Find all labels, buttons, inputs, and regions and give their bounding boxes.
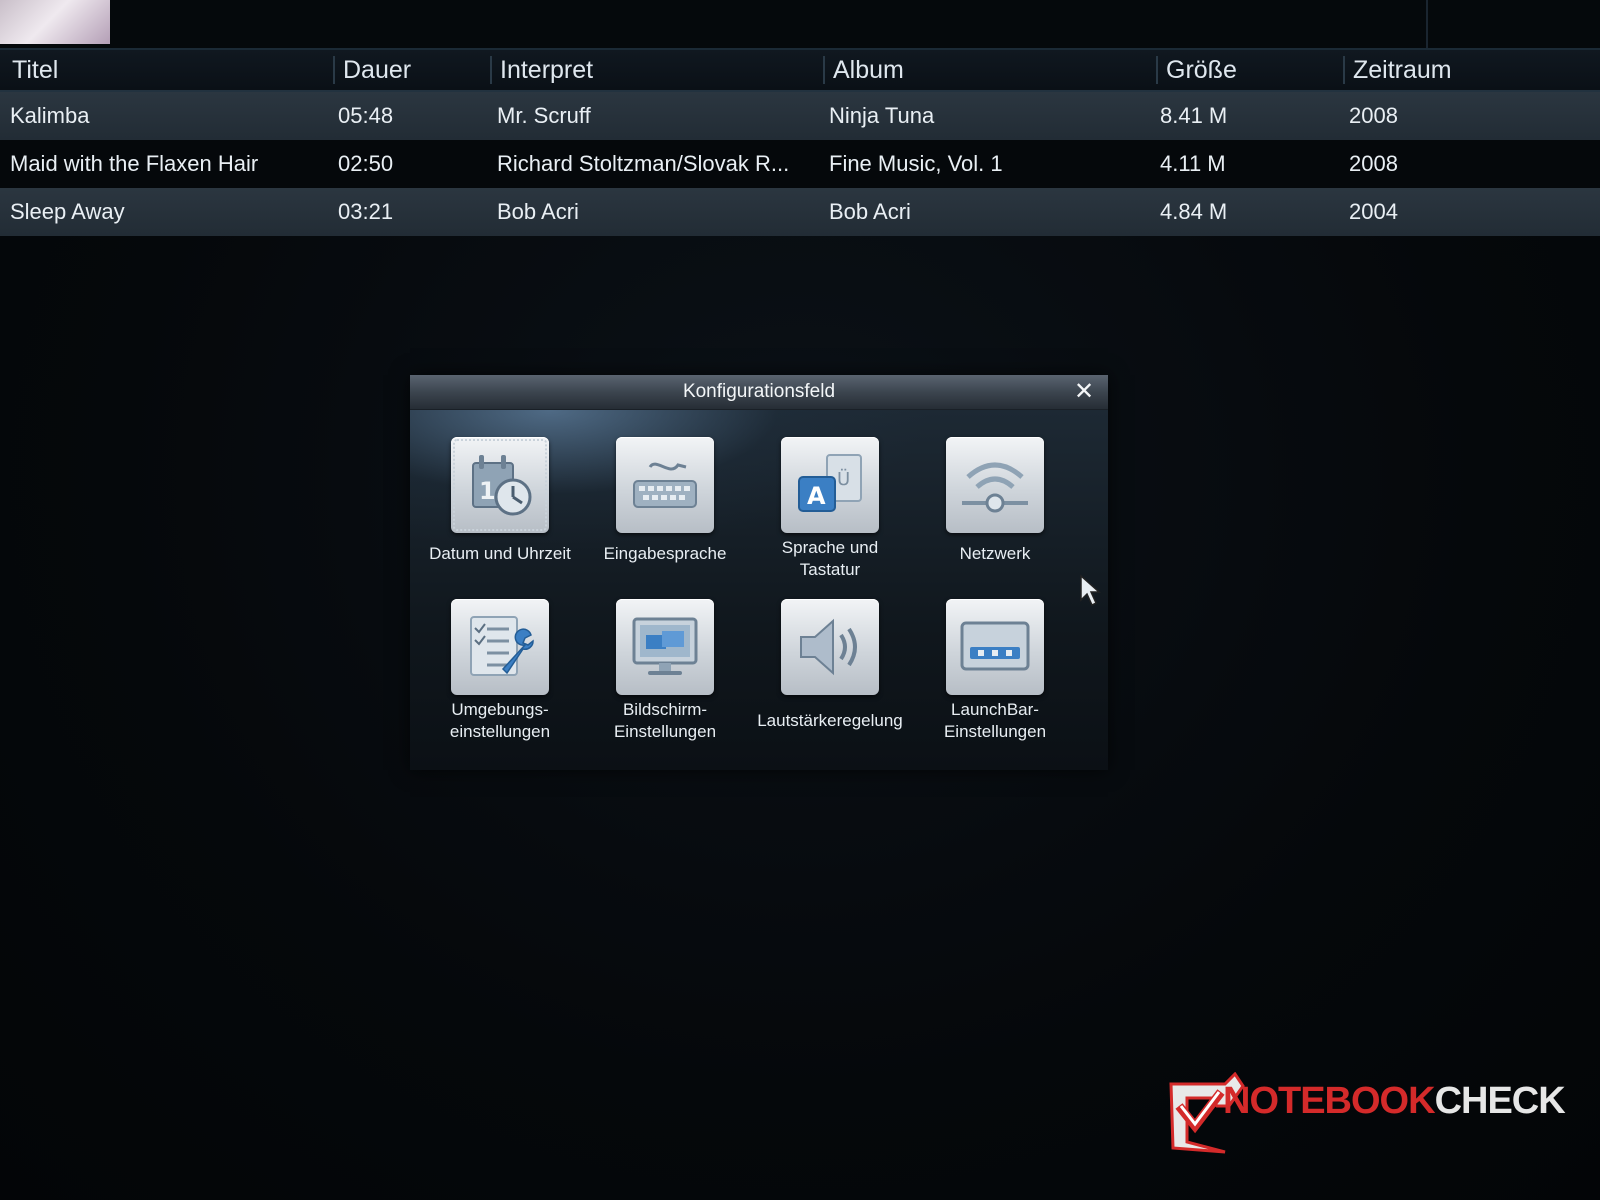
column-header-album[interactable]: Album [823,56,904,84]
tile-label-line1: Sprache und [781,538,879,557]
svg-text:Ü: Ü [837,468,850,490]
speaker-volume-icon [781,599,879,695]
table-header: Titel Dauer Interpret Album Größe Zeitra… [0,48,1600,92]
tile-label-line2: Einstellungen [613,722,717,741]
watermark-brand-part2: CHECK [1434,1080,1566,1122]
tile-label: Eingabesprache [582,543,748,565]
tile-label-line1: Datum und Uhrzeit [429,544,571,563]
tile-launchbar-settings[interactable]: LaunchBar- Einstellungen [912,599,1078,743]
tile-label-line2: Einstellungen [943,722,1047,741]
tile-label-line2: einstellungen [449,722,551,741]
tile-label-line1: Netzwerk [959,544,1031,563]
track-artist: Bob Acri [497,199,579,224]
track-year: 2004 [1349,199,1398,224]
top-divider [1426,0,1428,48]
tile-label: Datum und Uhrzeit [417,543,583,565]
track-size: 4.11 M [1160,151,1226,176]
notebookcheck-watermark: NOTEBOOKCHECK [1165,1071,1566,1162]
svg-text:1: 1 [479,477,496,505]
tile-label-line1: LaunchBar- [951,700,1039,719]
track-year: 2008 [1349,151,1398,176]
track-artist: Mr. Scruff [497,103,591,128]
table-row[interactable]: Kalimba 05:48 Mr. Scruff Ninja Tuna 8.41… [0,92,1600,140]
track-duration: 02:50 [338,151,394,176]
album-art-thumbnail[interactable] [0,0,110,44]
track-table: Titel Dauer Interpret Album Größe Zeitra… [0,48,1600,236]
track-artist: Richard Stoltzman/Slovak R... [497,151,790,176]
tile-label: Lautstärkeregelung [747,710,913,732]
monitor-icon [616,599,714,695]
track-title: Sleep Away [10,199,125,224]
checklist-wrench-icon [451,599,549,695]
dialog-body: 1 Datum und Uhrzeit Eingabesprache Ü A S… [410,410,1108,770]
watermark-brand-part1: NOTEBOOK [1223,1080,1436,1122]
tile-label: Bildschirm- Einstellungen [582,699,748,743]
wifi-network-icon [946,437,1044,533]
tile-environment-settings[interactable]: Umgebungs- einstellungen [417,599,583,743]
tile-label-line1: Eingabesprache [603,544,727,563]
config-panel-dialog: Konfigurationsfeld ✕ 1 Datum und Uhrzeit… [410,375,1108,770]
dialog-title: Konfigurationsfeld [682,381,836,402]
screen: Titel Dauer Interpret Album Größe Zeitra… [0,0,1600,1200]
track-title: Kalimba [10,103,90,128]
tile-label-line2: Tastatur [799,560,861,579]
tile-label: Netzwerk [912,543,1078,565]
track-duration: 05:48 [338,103,394,128]
column-header-duration[interactable]: Dauer [333,56,411,84]
tile-network[interactable]: Netzwerk [912,437,1078,565]
column-header-period[interactable]: Zeitraum [1343,56,1452,84]
watermark-text: NOTEBOOKCHECK [1223,1080,1566,1123]
svg-text:A: A [807,482,826,510]
tile-volume-control[interactable]: Lautstärkeregelung [747,599,913,732]
keyboard-icon [616,437,714,533]
close-icon[interactable]: ✕ [1070,378,1098,406]
launchbar-icon [946,599,1044,695]
calendar-clock-icon: 1 [451,437,549,533]
tile-language-keyboard[interactable]: Ü A Sprache und Tastatur [747,437,913,581]
track-title: Maid with the Flaxen Hair [10,151,259,176]
track-duration: 03:21 [338,199,394,224]
track-size: 4.84 M [1160,199,1228,224]
tile-input-language[interactable]: Eingabesprache [582,437,748,565]
dialog-titlebar[interactable]: Konfigurationsfeld ✕ [410,375,1108,410]
tile-label-line1: Bildschirm- [622,700,708,719]
tile-label-line1: Lautstärkeregelung [757,711,903,730]
column-header-size[interactable]: Größe [1156,56,1237,84]
now-playing-strip [0,0,1600,48]
language-keyboard-icon: Ü A [781,437,879,533]
tile-label: Sprache und Tastatur [747,537,913,581]
tile-date-time[interactable]: 1 Datum und Uhrzeit [417,437,583,565]
track-album: Fine Music, Vol. 1 [829,151,1003,176]
tile-label-line1: Umgebungs- [451,700,549,719]
column-header-title[interactable]: Titel [4,56,58,84]
track-year: 2008 [1349,103,1398,128]
table-row[interactable]: Sleep Away 03:21 Bob Acri Bob Acri 4.84 … [0,188,1600,236]
tile-label: LaunchBar- Einstellungen [912,699,1078,743]
track-album: Ninja Tuna [829,103,935,128]
table-row[interactable]: Maid with the Flaxen Hair 02:50 Richard … [0,140,1600,188]
track-size: 8.41 M [1160,103,1228,128]
mouse-pointer-icon [1080,574,1101,607]
tile-label: Umgebungs- einstellungen [417,699,583,743]
tile-display-settings[interactable]: Bildschirm- Einstellungen [582,599,748,743]
track-album: Bob Acri [829,199,911,224]
column-header-artist[interactable]: Interpret [490,56,593,84]
